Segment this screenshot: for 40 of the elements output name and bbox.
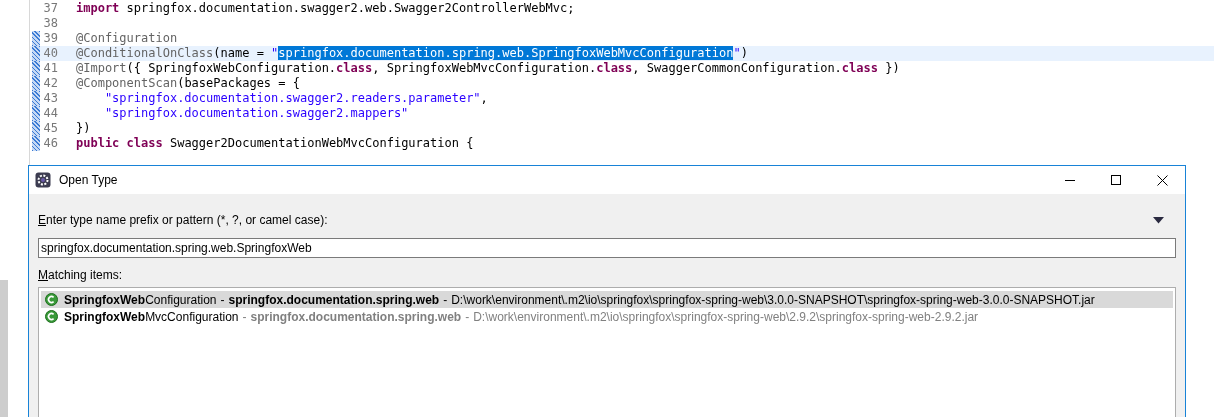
class-icon [45, 293, 58, 306]
pattern-label: Enter type name prefix or pattern (*, ?, or camel case): [38, 212, 328, 229]
matching-item[interactable]: SpringfoxWebConfiguration - springfox.documentation.spring.web - D:\work\environment\.m2\io\springfox\springfox-spring-web\3.0.0-SNAPSHOT\springfox-spring-web-3.0.0-SNAPSHOT.jar [41, 291, 1173, 308]
window-title: Open Type [59, 172, 118, 189]
close-icon [1156, 174, 1168, 186]
code-line: public class Swagger2DocumentationWebMvcConfiguration { [75, 136, 474, 151]
separator: - [241, 308, 248, 326]
class-icon [45, 310, 58, 323]
separator: - [464, 308, 471, 326]
code-line: }) [75, 121, 91, 136]
line-number: 37 [42, 1, 58, 16]
line-number: 39 [42, 31, 58, 46]
code-line: @ConditionalOnClass(name = "springfox.documentation.spring.web.SpringfoxWebMvcConfiguration") [75, 46, 748, 61]
line-number: 42 [42, 76, 58, 91]
matching-item[interactable]: SpringfoxWebMvcConfiguration - springfox.documentation.spring.web - D:\work\environment\.m2\io\springfox\springfox-spring-web\2.9.2\springfox-spring-web-2.9.2.jar [41, 308, 1173, 325]
line-number: 43 [42, 91, 58, 106]
dropdown-caret-icon[interactable] [1153, 216, 1164, 224]
separator: - [442, 291, 449, 309]
code-line: "springfox.documentation.swagger2.mappers" [103, 106, 409, 121]
code-line: "springfox.documentation.swagger2.readers.parameter", [103, 91, 488, 106]
jar-path: D:\work\environment\.m2\io\springfox\springfox-spring-web\2.9.2\springfox-spring-web-2.9.2.jar [473, 308, 979, 326]
line-number: 45 [42, 121, 58, 136]
package-name: springfox.documentation.spring.web [250, 308, 462, 326]
code-line: @Configuration [75, 31, 178, 46]
matching-items-label: Matching items: [38, 267, 124, 284]
line-number: 38 [42, 16, 58, 31]
pattern-field[interactable]: springfox.documentation.spring.web.SpringfoxWeb [38, 238, 1176, 258]
package-name: springfox.documentation.spring.web [228, 291, 440, 309]
type-name: SpringfoxWebConfiguration [64, 291, 217, 309]
line-number: 41 [42, 61, 58, 76]
line-number: 44 [42, 106, 58, 121]
jar-path: D:\work\environment\.m2\io\springfox\springfox-spring-web\3.0.0-SNAPSHOT\springfox-spring-web-3.0.0-SNAPSHOT.jar [451, 291, 1095, 309]
code-line: @Import({ SpringfoxWebConfiguration.class, SpringfoxWebMvcConfiguration.class, SwaggerCommonConfiguration.class }) [75, 61, 900, 76]
line-number: 46 [42, 136, 58, 151]
separator: - [219, 291, 226, 309]
code-line: import springfox.documentation.swagger2.web.Swagger2ControllerWebMvc; [75, 1, 575, 16]
gear-icon [35, 172, 51, 188]
line-number: 40 [42, 46, 58, 61]
type-name: SpringfoxWebMvcConfiguration [64, 308, 239, 326]
code-line: @ComponentScan(basePackages = { [75, 76, 300, 91]
